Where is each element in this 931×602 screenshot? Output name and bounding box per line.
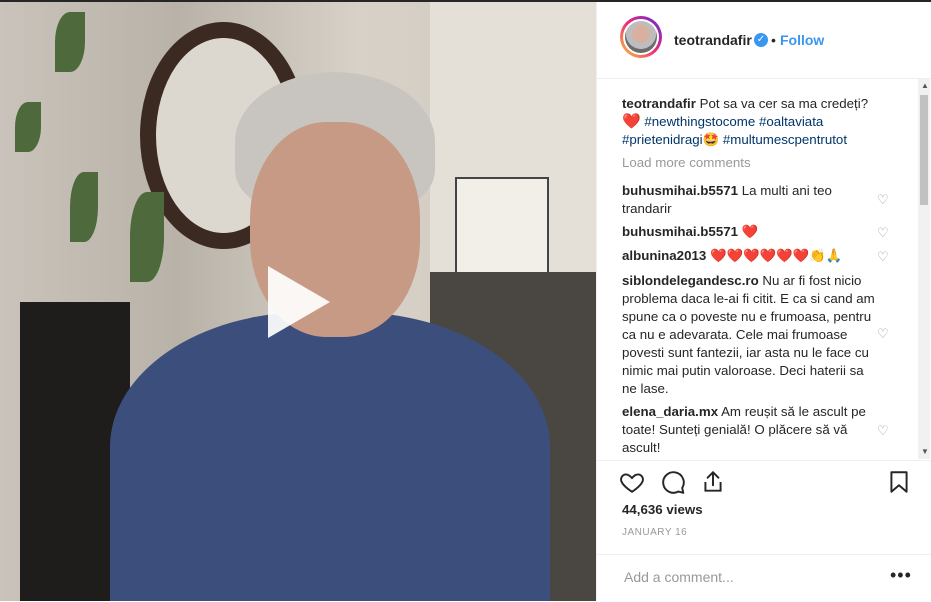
hashtag-link[interactable]: #prietenidragi: [622, 132, 703, 147]
comment-item: elena_daria.mx Am reușit să le ascult pe…: [622, 403, 882, 457]
comment-username[interactable]: buhusmihai.b5571: [622, 224, 738, 239]
avatar-ring: [623, 19, 659, 55]
caption-face-emoji: 🤩: [702, 132, 720, 147]
comments-list[interactable]: teotrandafir Pot sa va cer sa ma credeți…: [597, 79, 931, 459]
add-comment-bar: •••: [597, 554, 931, 602]
post-date[interactable]: JANUARY 16: [622, 527, 687, 538]
verified-badge-icon: ✓: [754, 33, 768, 47]
comment-username[interactable]: albunina2013: [622, 248, 706, 263]
video-plant-leaf: [70, 172, 98, 242]
play-icon[interactable]: [268, 266, 330, 338]
hashtag-link[interactable]: #oaltaviata: [759, 114, 823, 129]
comment-like-heart-icon[interactable]: ♡: [877, 192, 891, 207]
post-actions-bar: [597, 460, 931, 501]
comment-like-heart-icon[interactable]: ♡: [877, 249, 891, 264]
comment-item: buhusmihai.b5571 La multi ani teo tranda…: [622, 182, 882, 218]
comment-item: buhusmihai.b5571 ❤️: [622, 223, 882, 241]
video-player[interactable]: [0, 2, 596, 601]
view-count[interactable]: 44,636 views: [622, 502, 703, 517]
bookmark-icon[interactable]: [886, 469, 912, 495]
avatar-image: [625, 21, 657, 53]
add-comment-input[interactable]: [622, 568, 886, 586]
video-person-sweater: [110, 312, 550, 601]
caption-text: Pot sa va cer sa ma credeți?: [699, 96, 869, 111]
comment-text: ❤️❤️❤️❤️❤️❤️👏🙏: [709, 248, 843, 263]
post-author-username[interactable]: teotrandafir: [674, 32, 752, 48]
caption-username[interactable]: teotrandafir: [622, 96, 696, 111]
caption: teotrandafir Pot sa va cer sa ma credeți…: [622, 95, 882, 149]
post-header: teotrandafir ✓ • Follow: [597, 2, 931, 79]
caption-heart-emoji: ❤️: [622, 113, 641, 130]
comments-scrollbar[interactable]: ▲ ▼: [918, 79, 930, 459]
comment-username[interactable]: elena_daria.mx: [622, 404, 718, 419]
hashtag-link[interactable]: #multumescpentrutot: [723, 132, 847, 147]
scrollbar-thumb[interactable]: [920, 95, 928, 205]
video-background-shelf: [455, 177, 549, 276]
comment-text: Nu ar fi fost nicio problema daca le-ai …: [622, 273, 875, 396]
follow-button[interactable]: Follow: [780, 32, 824, 48]
more-options-icon[interactable]: •••: [890, 565, 912, 586]
share-icon[interactable]: [700, 469, 726, 495]
video-plant-leaf: [130, 192, 164, 282]
load-more-comments-button[interactable]: Load more comments: [622, 155, 751, 170]
scroll-up-arrow-icon[interactable]: ▲: [921, 81, 929, 90]
comment-bubble-icon[interactable]: [660, 469, 686, 495]
comment-username[interactable]: buhusmihai.b5571: [622, 183, 738, 198]
heart-outline-icon[interactable]: [619, 469, 645, 495]
comment-like-heart-icon[interactable]: ♡: [877, 326, 891, 341]
comment-like-heart-icon[interactable]: ♡: [877, 423, 891, 438]
comment-username[interactable]: siblondelegandesc.ro: [622, 273, 759, 288]
comment-like-heart-icon[interactable]: ♡: [877, 225, 891, 240]
video-plant-leaf: [55, 12, 85, 72]
avatar[interactable]: [620, 16, 662, 58]
comment-text: ❤️: [741, 224, 759, 239]
post-sidebar: teotrandafir ✓ • Follow teotrandafir Pot…: [596, 2, 931, 601]
hashtag-link[interactable]: #newthingstocome: [644, 114, 755, 129]
comment-item: albunina2013 ❤️❤️❤️❤️❤️❤️👏🙏: [622, 247, 882, 265]
header-separator: •: [771, 32, 776, 48]
comment-item: siblondelegandesc.ro Nu ar fi fost nicio…: [622, 272, 882, 398]
video-plant-leaf: [15, 102, 41, 152]
scroll-down-arrow-icon[interactable]: ▼: [921, 447, 929, 456]
